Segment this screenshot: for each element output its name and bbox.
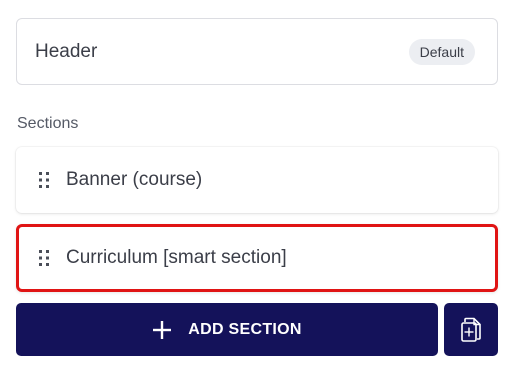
header-title: Header	[35, 40, 98, 62]
sections-heading: Sections	[17, 115, 79, 132]
drag-handle-icon[interactable]	[38, 249, 50, 267]
section-label: Banner (course)	[66, 169, 203, 190]
section-item-curriculum[interactable]: Curriculum [smart section]	[16, 224, 498, 292]
header-card[interactable]: Header Default	[16, 18, 498, 85]
section-item-banner[interactable]: Banner (course)	[16, 147, 498, 213]
sections-panel: Header Default Sections Banner (course)	[0, 0, 513, 376]
duplicate-page-icon	[460, 317, 482, 343]
add-section-button[interactable]: ADD SECTION	[16, 303, 438, 356]
duplicate-section-button[interactable]	[444, 303, 498, 356]
default-badge: Default	[408, 38, 475, 65]
section-label: Curriculum [smart section]	[66, 247, 287, 268]
plus-icon	[152, 320, 172, 340]
add-section-label: ADD SECTION	[188, 320, 302, 338]
drag-handle-icon[interactable]	[38, 171, 50, 189]
